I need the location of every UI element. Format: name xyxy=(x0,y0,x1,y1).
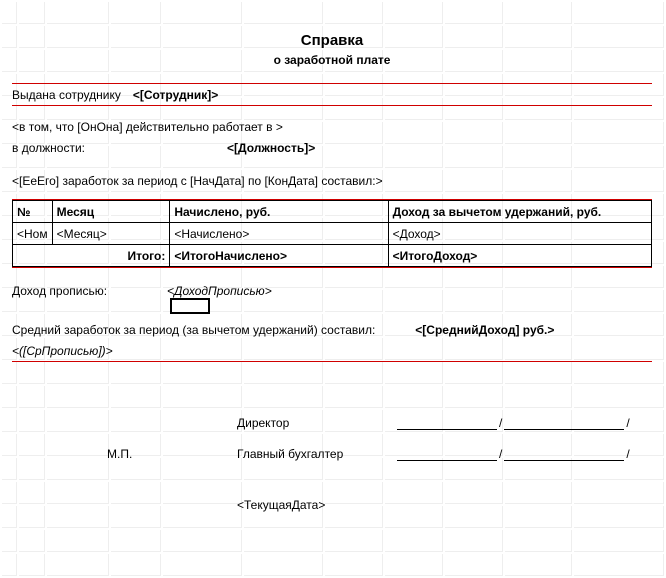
signature-line xyxy=(504,446,624,461)
position-value: <[Должность]> xyxy=(227,141,315,155)
earnings-table: № Месяц Начислено, руб. Доход за вычетом… xyxy=(12,200,652,267)
average-value: <[СреднийДоход] руб.> xyxy=(415,323,554,337)
td-charged: <Начислено> xyxy=(170,223,388,245)
totals-label: Итого: xyxy=(13,245,170,267)
totals-net: <ИтогоДоход> xyxy=(388,245,651,267)
income-words-label: Доход прописью: xyxy=(12,284,167,298)
mp-label: М.П. xyxy=(107,447,237,461)
td-num: <Ном xyxy=(13,223,53,245)
period-line: <[ЕеЕго] заработок за период с [НачДата]… xyxy=(12,174,383,188)
td-net: <Доход> xyxy=(388,223,651,245)
th-month: Месяц xyxy=(52,201,170,223)
slash: / xyxy=(497,447,504,461)
table-header-row: № Месяц Начислено, руб. Доход за вычетом… xyxy=(13,201,652,223)
td-month: <Месяц> xyxy=(52,223,170,245)
chief-accountant-label: Главный бухгалтер xyxy=(237,447,397,461)
slash: / xyxy=(624,416,631,430)
works-in-line1: <в том, что [ОнОна] действительно работа… xyxy=(12,120,283,134)
selected-cell[interactable] xyxy=(170,298,210,314)
doc-subtitle: о заработной плате xyxy=(12,53,652,67)
position-label: в должности: xyxy=(12,141,227,155)
director-label: Директор xyxy=(237,416,397,430)
income-words-value: <ДоходПрописью> xyxy=(167,284,272,298)
issued-label: Выдана сотруднику xyxy=(12,88,121,102)
totals-charged: <ИтогоНачислено> xyxy=(170,245,388,267)
average-words: <([СрПрописью])> xyxy=(12,344,113,358)
slash: / xyxy=(497,416,504,430)
average-label: Средний заработок за период (за вычетом … xyxy=(12,323,375,337)
signature-line xyxy=(397,446,497,461)
th-charged: Начислено, руб. xyxy=(170,201,388,223)
doc-title: Справка xyxy=(12,0,652,49)
slash: / xyxy=(624,447,631,461)
th-num: № xyxy=(13,201,53,223)
signature-line xyxy=(397,415,497,430)
issued-value: <[Сотрудник]> xyxy=(133,88,218,102)
th-net: Доход за вычетом удержаний, руб. xyxy=(388,201,651,223)
signature-line xyxy=(504,415,624,430)
table-totals-row: Итого: <ИтогоНачислено> <ИтогоДоход> xyxy=(13,245,652,267)
table-row: <Ном <Месяц> <Начислено> <Доход> xyxy=(13,223,652,245)
